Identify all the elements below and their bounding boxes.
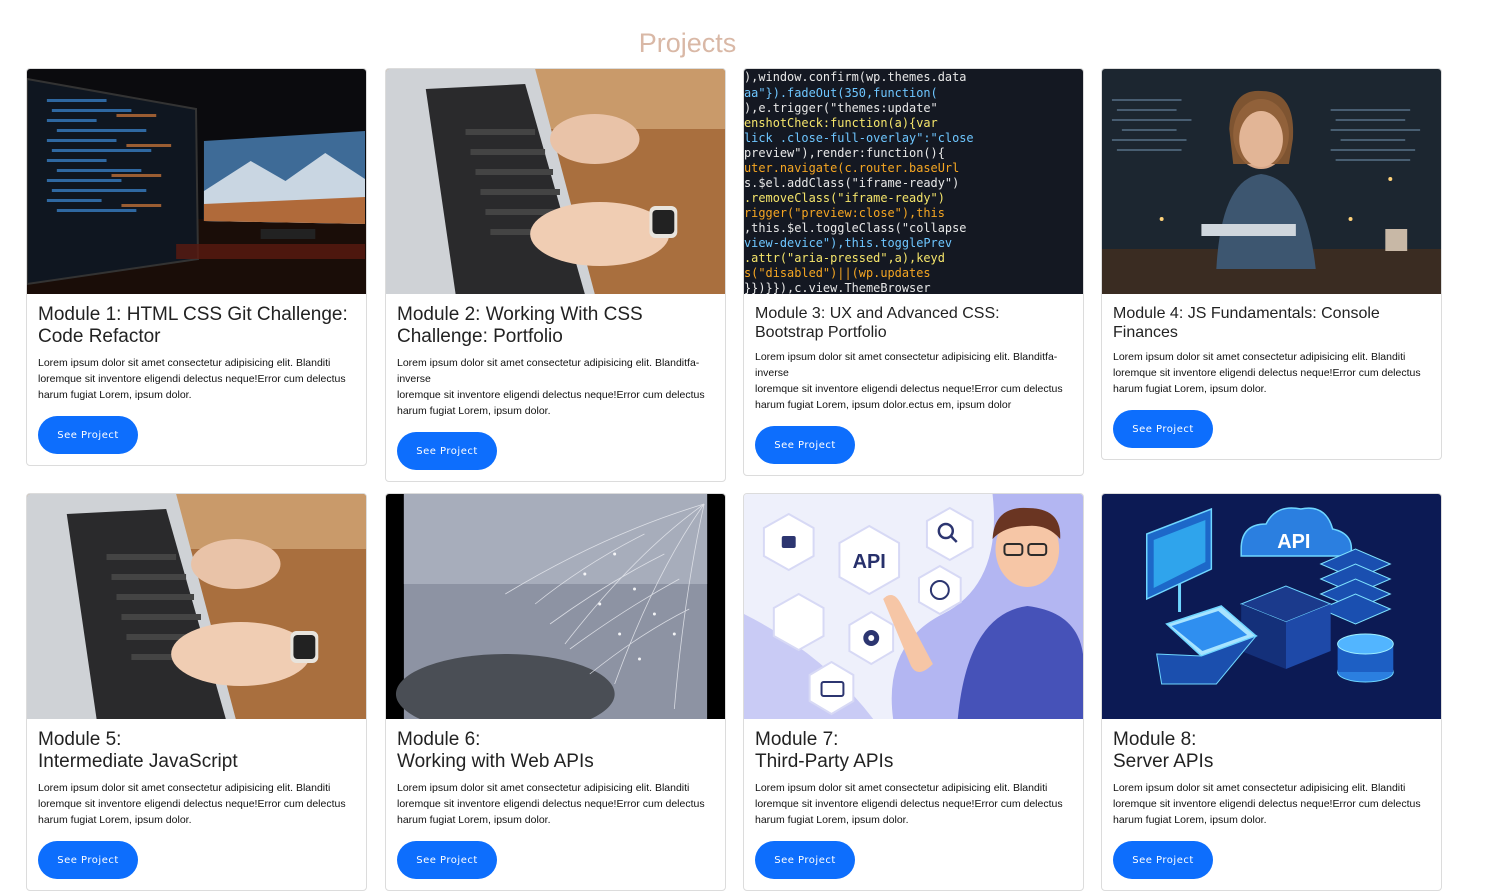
card-description: Lorem ipsum dolor sit amet consectetur a… <box>38 357 346 401</box>
card-title: Module 7: Third-Party APIs <box>755 729 894 772</box>
project-image-laptop-typing <box>27 494 366 719</box>
project-image-spider-web <box>386 494 725 719</box>
svg-text:aa"}).fadeOut(350,function(: aa"}).fadeOut(350,function( <box>744 86 938 100</box>
see-project-button[interactable]: See Project <box>38 841 138 879</box>
project-card-5: Module 5: Intermediate JavaScript Lorem … <box>26 493 367 891</box>
svg-text:view-device"),this.togglePrev: view-device"),this.togglePrev <box>744 236 952 250</box>
see-project-button[interactable]: See Project <box>755 841 855 879</box>
svg-text:,this.$el.toggleClass("collaps: ,this.$el.toggleClass("collapse <box>744 221 966 235</box>
card-description: Lorem ipsum dolor sit amet consectetur a… <box>1113 351 1421 395</box>
svg-text:}})}}),c.view.ThemeBrowser: }})}}),c.view.ThemeBrowser <box>744 281 931 294</box>
project-card-3: ),window.confirm(wp.themes.data aa"}).fa… <box>743 68 1084 476</box>
see-project-button[interactable]: See Project <box>38 416 138 454</box>
card-title: Module 1: HTML CSS Git Challenge: Code R… <box>38 304 348 347</box>
svg-text:),window.confirm(wp.themes.dat: ),window.confirm(wp.themes.data <box>744 70 966 84</box>
api-image-label: API <box>1277 531 1310 553</box>
card-description: Lorem ipsum dolor sit amet consectetur a… <box>1113 782 1421 826</box>
see-project-button[interactable]: See Project <box>1113 410 1213 448</box>
svg-text:uter.navigate(c.router.baseUrl: uter.navigate(c.router.baseUrl <box>744 161 959 175</box>
svg-text:enshotCheck:function(a){var: enshotCheck:function(a){var <box>744 116 938 130</box>
svg-text:.attr("aria-pressed",a),keyd: .attr("aria-pressed",a),keyd <box>744 251 945 265</box>
project-image-server-api: API <box>1102 494 1441 719</box>
see-project-button[interactable]: See Project <box>397 841 497 879</box>
project-card-6: Module 6: Working with Web APIs Lorem ip… <box>385 493 726 891</box>
card-title: Module 4: JS Fundamentals: Console Finan… <box>1113 305 1380 341</box>
card-description: Lorem ipsum dolor sit amet consectetur a… <box>755 351 1063 411</box>
project-image-laptop-typing <box>386 69 725 294</box>
project-image-developer-woman <box>1102 69 1441 294</box>
project-card-4: Module 4: JS Fundamentals: Console Finan… <box>1101 68 1442 460</box>
see-project-button[interactable]: See Project <box>755 426 855 464</box>
svg-text:s("disabled")||(wp.updates: s("disabled")||(wp.updates <box>744 266 931 280</box>
see-project-button[interactable]: See Project <box>1113 841 1213 879</box>
svg-text:s.$el.addClass("iframe-ready"): s.$el.addClass("iframe-ready") <box>744 176 959 190</box>
project-card-2: Module 2: Working With CSS Challenge: Po… <box>385 68 726 482</box>
svg-text:.removeClass("iframe-ready"): .removeClass("iframe-ready") <box>744 191 945 205</box>
card-title: Module 2: Working With CSS Challenge: Po… <box>397 304 643 347</box>
project-card-1: Module 1: HTML CSS Git Challenge: Code R… <box>26 68 367 466</box>
api-image-label: API <box>853 551 886 573</box>
project-image-code-closeup: ),window.confirm(wp.themes.data aa"}).fa… <box>744 69 1083 294</box>
project-image-dual-monitors <box>27 69 366 294</box>
project-card-7: API Module 7: Third-Party APIs Lorem ips… <box>743 493 1084 891</box>
svg-text:preview"),render:function(){: preview"),render:function(){ <box>744 146 945 160</box>
card-description: Lorem ipsum dolor sit amet consectetur a… <box>397 782 705 826</box>
svg-text:),e.trigger("themes:update": ),e.trigger("themes:update" <box>744 101 938 115</box>
card-description: Lorem ipsum dolor sit amet consectetur a… <box>38 782 346 826</box>
page-title: Projects <box>638 28 737 58</box>
see-project-button[interactable]: See Project <box>397 432 497 470</box>
project-card-8: API Module 8: Server APIs Lorem ipsum do… <box>1101 493 1442 891</box>
card-title: Module 6: Working with Web APIs <box>397 729 594 772</box>
card-description: Lorem ipsum dolor sit amet consectetur a… <box>397 357 705 417</box>
card-title: Module 3: UX and Advanced CSS: Bootstrap… <box>755 305 1000 341</box>
card-title: Module 5: Intermediate JavaScript <box>38 729 238 772</box>
svg-text:rigger("preview:close"),this: rigger("preview:close"),this <box>744 206 945 220</box>
project-image-api-illustration: API <box>744 494 1083 719</box>
card-description: Lorem ipsum dolor sit amet consectetur a… <box>755 782 1063 826</box>
svg-text:lick .close-full-overlay":"clo: lick .close-full-overlay":"close <box>744 131 974 145</box>
card-title: Module 8: Server APIs <box>1113 729 1214 772</box>
